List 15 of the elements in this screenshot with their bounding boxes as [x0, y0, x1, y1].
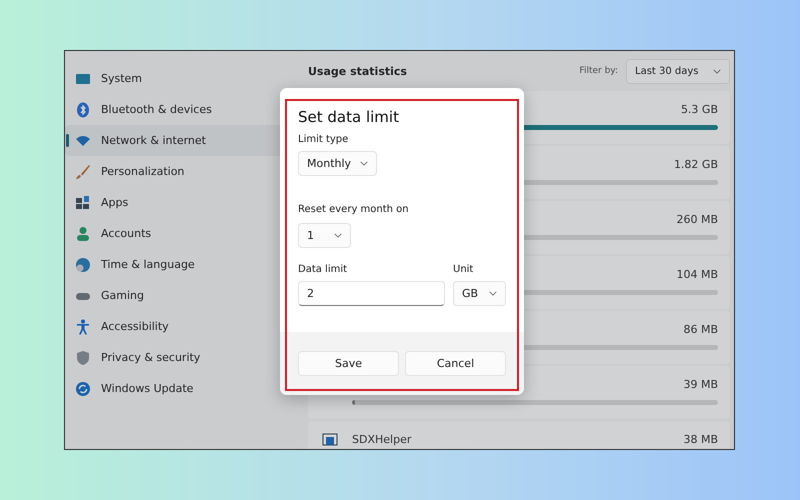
field-label: Reset every month on [298, 204, 410, 215]
filter-label: Filter by: [579, 66, 618, 76]
section-title: Usage statistics [308, 64, 408, 78]
usage-amount: 260 MB [676, 212, 718, 226]
usage-amount: 39 MB [683, 378, 718, 390]
field-label: Data limit [298, 264, 348, 275]
usage-amount: 104 MB [676, 268, 718, 280]
usage-amount: 38 MB [683, 432, 718, 446]
field-label: Unit [453, 264, 474, 275]
usage-amount: 1.82 GB [674, 158, 718, 170]
app-name: SDXHelper [352, 432, 412, 446]
dialog-title: Set data limit [298, 108, 400, 126]
usage-amount: 86 MB [683, 322, 718, 336]
usage-amount: 5.3 GB [680, 102, 718, 116]
field-label: Limit type [298, 134, 350, 145]
